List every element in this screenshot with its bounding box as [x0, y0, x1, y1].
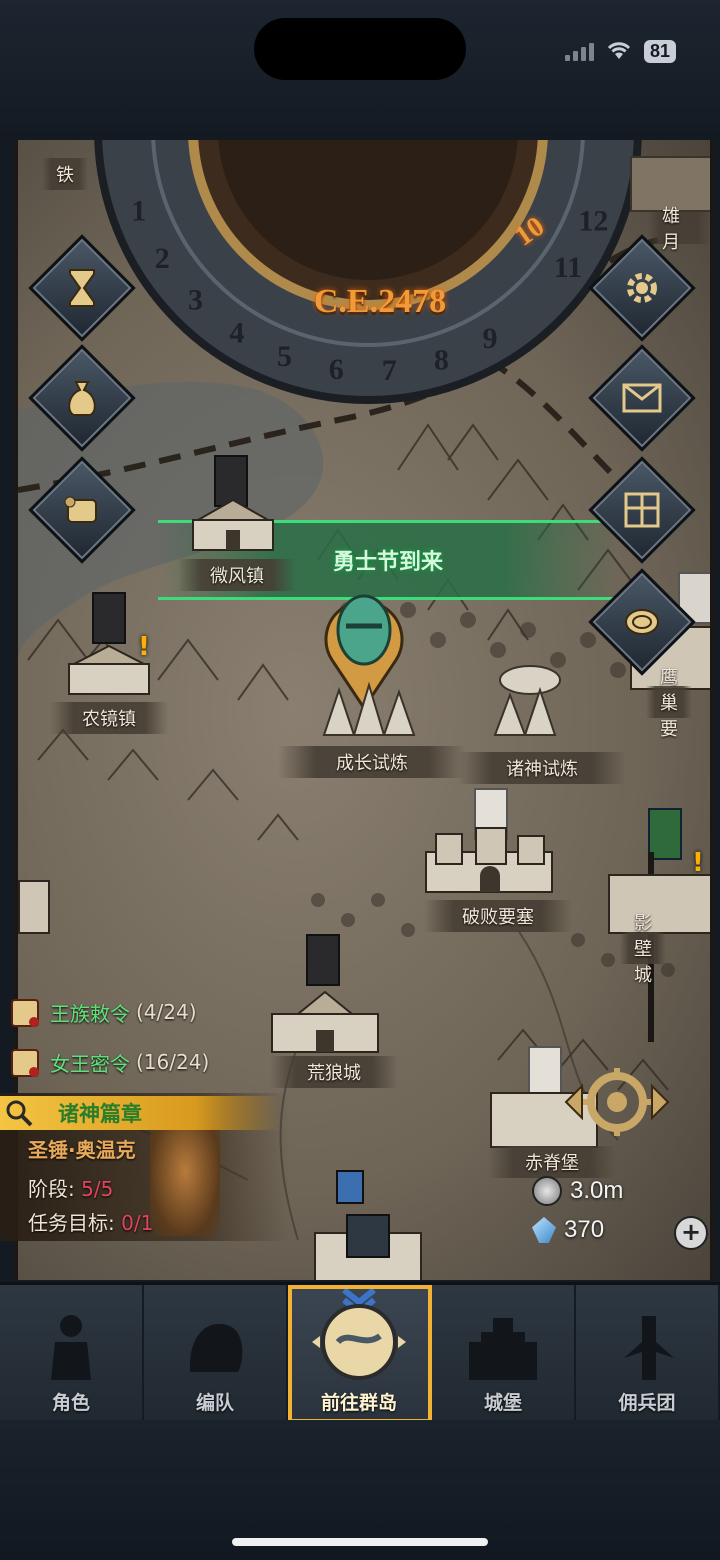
- month-number: 2: [155, 242, 170, 275]
- chapter-hero-name: 圣锤·奥温克: [28, 1138, 136, 1162]
- silver-amount: 3.0m: [570, 1177, 624, 1204]
- stage-value: 5/5: [81, 1177, 114, 1201]
- home-indicator[interactable]: [232, 1538, 488, 1546]
- year-display: C.E.2478: [313, 283, 447, 320]
- status-bar: 81: [564, 36, 676, 66]
- location-label-zhushen: 诸神试炼: [458, 752, 626, 784]
- tab-mercenary[interactable]: 佣兵团: [576, 1285, 720, 1423]
- search-icon: [6, 1100, 33, 1127]
- month-number: 8: [434, 344, 449, 377]
- location-label-xiongyue: 雄月: [648, 206, 710, 253]
- target-value: 0/1: [121, 1211, 154, 1235]
- month-number: 4: [229, 317, 244, 350]
- tab-label: 编队: [195, 1392, 234, 1414]
- locate-target-button[interactable]: [562, 1066, 672, 1138]
- white-flag-icon: [528, 1046, 562, 1098]
- silver-resource: 3.0m: [532, 1176, 623, 1206]
- stage-label: 阶段:: [28, 1177, 75, 1201]
- quest-count: (4/24): [136, 1000, 197, 1024]
- camera-notch: [254, 18, 466, 80]
- quest-count: (16/24): [136, 1050, 210, 1074]
- quest-name: 女王密令: [50, 1051, 130, 1076]
- quest-name: 王族敕令: [50, 1001, 130, 1026]
- quest-royal-decree[interactable]: 王族敕令 (4/24): [8, 992, 197, 1032]
- month-number: 6: [329, 353, 344, 386]
- town-icon: [68, 644, 150, 695]
- add-crystal-button[interactable]: +: [674, 1216, 708, 1250]
- bottom-tab-bar: 角色 编队 前往群岛 城堡 佣兵团: [0, 1282, 720, 1423]
- hero-avatar-icon: [336, 1170, 364, 1204]
- coin-icon: [625, 609, 659, 635]
- wifi-icon: [607, 42, 631, 59]
- event-banner-text: 勇士节到来: [332, 550, 443, 575]
- calendar-dial: 12345 6 7 891112: [94, 140, 642, 404]
- hero-portrait: [150, 1128, 220, 1236]
- location-label-tie: 铁: [42, 158, 88, 190]
- castle-partial-icon: [18, 880, 50, 934]
- location-label-chiji: 赤脊堡: [488, 1146, 616, 1178]
- signal-icon: [564, 41, 594, 61]
- tab-formation[interactable]: 编队: [144, 1285, 288, 1423]
- castle-icon: [271, 990, 379, 1053]
- scroll-icon: [11, 1049, 39, 1077]
- town-icon: [192, 498, 274, 551]
- month-number: 12: [578, 204, 608, 237]
- crystal-amount: 370: [564, 1216, 605, 1243]
- dark-flag-icon: [306, 934, 340, 986]
- gear-icon: [627, 273, 657, 303]
- castle-icon: [469, 1318, 537, 1380]
- month-number: 9: [483, 322, 498, 355]
- tab-label: 城堡: [483, 1392, 522, 1414]
- chapter-stage: 阶段: 5/5: [28, 1173, 113, 1202]
- location-label-weifeng: 微风镇: [178, 559, 296, 591]
- mercenary-icon: [624, 1316, 674, 1380]
- battery-indicator: 81: [643, 39, 676, 63]
- location-label-pobai: 破败要塞: [424, 900, 572, 932]
- quest-queen-order[interactable]: 女王密令 (16/24): [8, 1042, 209, 1082]
- month-number: 7: [382, 354, 397, 387]
- scroll-icon: [11, 999, 39, 1027]
- collapse-arrow-button[interactable]: [346, 1214, 390, 1258]
- knight-icon: [51, 1315, 91, 1380]
- location-label-yingbi: 影壁城: [620, 913, 666, 986]
- location-label-yingchao: 鹰巢要: [646, 667, 692, 740]
- mail-icon: [622, 383, 662, 413]
- scroll-icon: [64, 496, 97, 523]
- crystal-resource: 370: [532, 1216, 604, 1244]
- month-number: 1: [131, 194, 146, 227]
- helmet-icon: [189, 1323, 243, 1372]
- location-label-nongjing: 农镜镇: [50, 702, 168, 734]
- fortress-icon: [425, 827, 553, 893]
- fortress-icon: [608, 874, 710, 934]
- month-number: 11: [554, 251, 582, 284]
- forest-icon: [322, 681, 416, 736]
- floating-island-icon: [493, 665, 561, 736]
- chapter-title: 诸神篇章: [58, 1102, 142, 1126]
- tab-label: 前往群岛: [320, 1392, 397, 1414]
- window-icon: [624, 492, 660, 528]
- tab-go-to-islands[interactable]: 前往群岛: [288, 1285, 432, 1423]
- dark-flag-icon: [92, 592, 126, 644]
- tab-castle[interactable]: 城堡: [432, 1285, 576, 1423]
- tab-character[interactable]: 角色: [0, 1285, 144, 1423]
- crystal-icon: [532, 1217, 556, 1243]
- location-label-huanglang: 荒狼城: [270, 1056, 398, 1088]
- silver-coin-icon: [532, 1176, 562, 1206]
- hourglass-icon: [69, 269, 95, 307]
- month-number: 5: [277, 340, 292, 373]
- tab-label: 佣兵团: [618, 1392, 676, 1414]
- month-number: 3: [188, 283, 203, 316]
- tab-label: 角色: [51, 1392, 90, 1414]
- compass-map-icon: [312, 1287, 406, 1380]
- location-label-chengzhang: 成长试炼: [278, 746, 466, 778]
- chapter-header: 诸神篇章: [0, 1096, 280, 1130]
- chapter-target: 任务目标: 0/1: [28, 1207, 153, 1236]
- target-label: 任务目标:: [28, 1211, 115, 1235]
- money-bag-icon: [68, 381, 96, 416]
